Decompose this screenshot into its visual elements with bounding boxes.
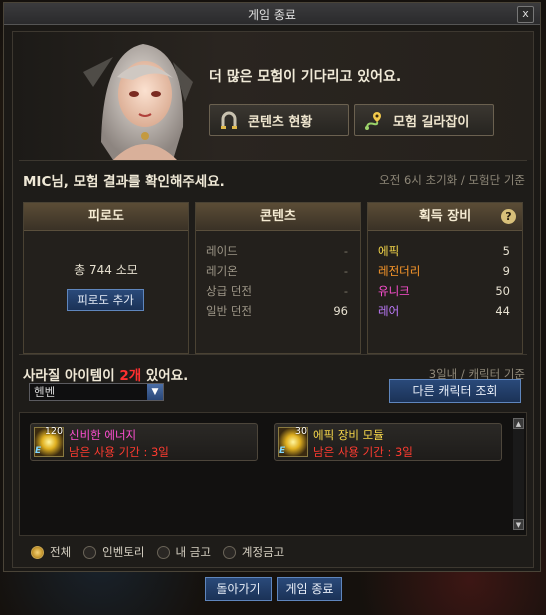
dialog-body: 더 많은 모험이 기다리고 있어요. 콘텐츠 현황 모험 길라잡이 MIC님, … xyxy=(12,31,534,568)
scroll-up-icon[interactable]: ▲ xyxy=(513,418,524,429)
list-item[interactable]: 30 E 에픽 장비 모듈 남은 사용 기간 : 3일 xyxy=(274,423,502,461)
contents-panel: 콘텐츠 레이드 - 레기온 - 상급 던전 - 일반 던전 96 xyxy=(195,202,361,354)
item-name: 신비한 에너지 xyxy=(69,428,137,442)
list-item[interactable]: 120 E 신비한 에너지 남은 사용 기간 : 3일 xyxy=(30,423,258,461)
exit-game-button[interactable]: 게임 종료 xyxy=(277,577,342,601)
gear-row-unique: 유니크 50 xyxy=(378,284,510,298)
adventure-guide-label: 모험 길라잡이 xyxy=(393,114,470,130)
divider xyxy=(19,160,527,161)
hero-banner: 더 많은 모험이 기다리고 있어요. 콘텐츠 현황 모험 길라잡이 xyxy=(13,32,533,160)
item-remaining: 남은 사용 기간 : 3일 xyxy=(313,445,413,459)
fatigue-value: 총 744 소모 xyxy=(74,263,138,277)
content-status-label: 콘텐츠 현황 xyxy=(248,114,313,130)
scroll-down-icon[interactable]: ▼ xyxy=(513,519,524,530)
character-portrait xyxy=(73,32,208,160)
result-note: 오전 6시 초기화 / 모험단 기준 xyxy=(379,173,525,187)
hero-message: 더 많은 모험이 기다리고 있어요. xyxy=(209,69,402,85)
vanish-heading: 사라질 아이템이 2개 있어요. xyxy=(23,368,189,384)
help-icon[interactable]: ? xyxy=(501,209,516,224)
gear-row-rare: 레어 44 xyxy=(378,304,510,318)
gear-row-legendary: 레전더리 9 xyxy=(378,264,510,278)
item-list: 120 E 신비한 에너지 남은 사용 기간 : 3일 30 E 에픽 장비 모듈 … xyxy=(19,412,527,536)
item-name: 에픽 장비 모듈 xyxy=(313,428,384,442)
content-status-button[interactable]: 콘텐츠 현황 xyxy=(209,104,349,136)
storage-filter: 전체 인벤토리 내 금고 계정금고 xyxy=(31,544,296,560)
chevron-down-icon[interactable]: ▼ xyxy=(147,384,163,400)
close-button[interactable]: x xyxy=(517,6,534,23)
fatigue-title: 피로도 xyxy=(24,203,188,231)
result-heading: MIC님, 모험 결과를 확인해주세요. xyxy=(23,174,225,190)
filter-all[interactable]: 전체 xyxy=(31,544,71,560)
gear-title: 획득 장비 ? xyxy=(368,203,522,231)
gear-row-epic: 에픽 5 xyxy=(378,244,510,258)
other-character-button[interactable]: 다른 캐릭터 조회 xyxy=(389,379,521,403)
route-pin-icon xyxy=(363,109,385,131)
window-title: 게임 종료 xyxy=(248,8,296,22)
contents-row: 레이드 - xyxy=(206,244,348,258)
horseshoe-icon xyxy=(218,109,240,131)
add-fatigue-button[interactable]: 피로도 추가 xyxy=(67,289,144,311)
contents-row: 상급 던전 - xyxy=(206,284,348,298)
divider xyxy=(19,354,527,355)
gear-panel: 획득 장비 ? 에픽 5 레전더리 9 유니크 50 레어 44 xyxy=(367,202,523,354)
game-exit-dialog: 게임 종료 x 더 많은 모험이 기다리고 있어요. 콘텐츠 현황 모험 길라잡… xyxy=(3,2,541,572)
adventure-guide-button[interactable]: 모험 길라잡이 xyxy=(354,104,494,136)
scrollbar[interactable]: ▲ ▼ xyxy=(513,418,524,530)
filter-inventory[interactable]: 인벤토리 xyxy=(83,544,145,560)
filter-my-vault[interactable]: 내 금고 xyxy=(156,544,211,560)
back-button[interactable]: 돌아가기 xyxy=(205,577,272,601)
character-select[interactable]: 헨벤 ▼ xyxy=(29,383,164,401)
item-remaining: 남은 사용 기간 : 3일 xyxy=(69,445,169,459)
energy-item-icon: 120 E xyxy=(34,426,64,457)
contents-row: 일반 던전 96 xyxy=(206,304,348,318)
contents-row: 레기온 - xyxy=(206,264,348,278)
fatigue-panel: 피로도 총 744 소모 피로도 추가 xyxy=(23,202,189,354)
contents-title: 콘텐츠 xyxy=(196,203,360,231)
filter-account-vault[interactable]: 계정금고 xyxy=(222,544,284,560)
titlebar: 게임 종료 x xyxy=(4,3,540,25)
module-item-icon: 30 E xyxy=(278,426,308,457)
